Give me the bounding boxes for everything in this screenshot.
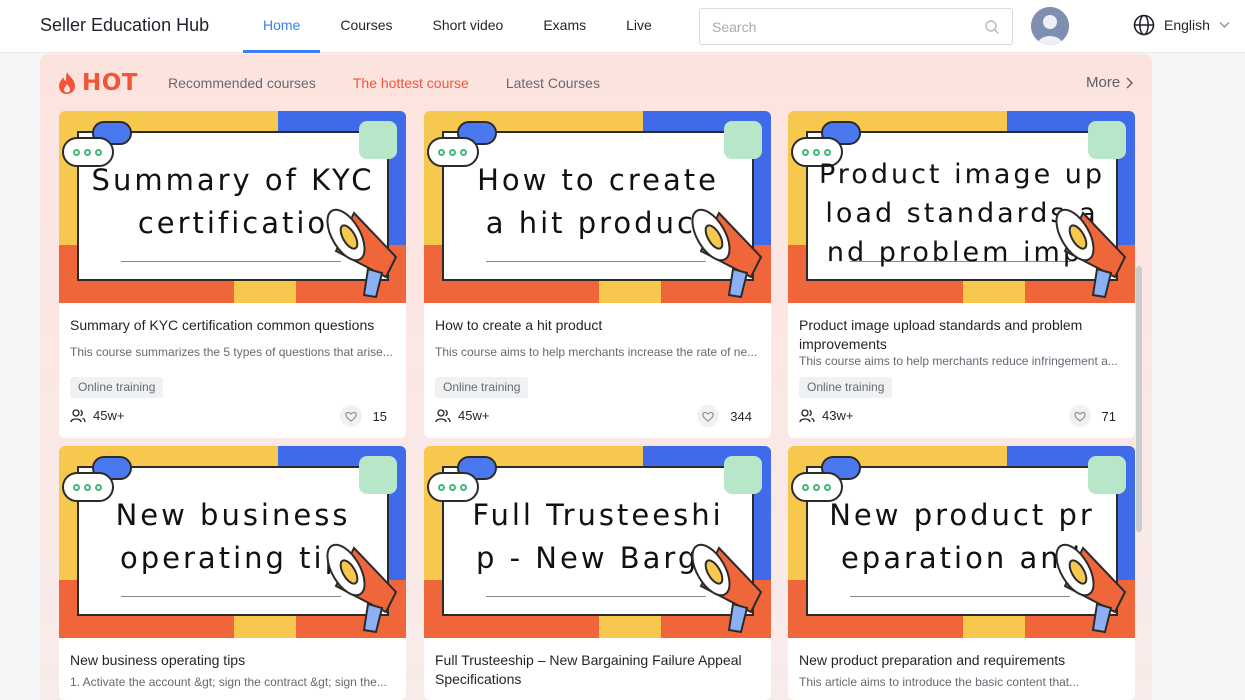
nav-short-video[interactable]: Short video [413, 0, 524, 53]
megaphone-icon [691, 208, 763, 299]
course-card[interactable]: Product image up load standards a nd probl… [788, 111, 1135, 438]
course-description: This course summarizes the 5 types of qu… [70, 345, 393, 359]
course-description: This course aims to help merchants reduc… [799, 354, 1118, 368]
course-thumbnail: New product pr eparation and [788, 446, 1135, 638]
main-nav: Home Courses Short video Exams Live He [243, 0, 689, 53]
flame-icon [59, 72, 75, 94]
course-card[interactable]: Summary of KYC certificatio Summary of KY… [59, 111, 406, 438]
course-type-badge: Online training [70, 377, 164, 398]
hot-logo: HOT [56, 70, 138, 96]
course-description: This article aims to introduce the basic… [799, 675, 1080, 689]
course-thumbnail: Summary of KYC certificatio [59, 111, 406, 303]
hot-title: HOT [82, 70, 138, 96]
course-description: 1. Activate the account &gt; sign the co… [70, 675, 387, 689]
enrollment-count: 45w+ [70, 408, 124, 423]
search-box [699, 8, 1013, 45]
likes[interactable]: 15 [339, 405, 387, 427]
search-icon[interactable] [984, 19, 1000, 35]
nav-courses[interactable]: Courses [320, 0, 412, 53]
users-icon [799, 408, 815, 422]
enrollment-count: 45w+ [435, 408, 489, 423]
course-description: This course aims to help merchants incre… [435, 345, 758, 359]
avatar-icon [1031, 7, 1069, 45]
course-title[interactable]: How to create a hit product [435, 316, 761, 335]
chevron-down-icon [1219, 22, 1230, 28]
users-icon [435, 408, 451, 422]
nav-exams[interactable]: Exams [523, 0, 606, 53]
heart-icon [344, 411, 357, 422]
nav-help-truncated[interactable]: He [672, 0, 689, 53]
megaphone-icon [326, 208, 398, 299]
tab-latest-courses[interactable]: Latest Courses [506, 75, 600, 91]
enrollment-count: 43w+ [799, 408, 853, 423]
nav-home[interactable]: Home [243, 0, 321, 53]
course-thumbnail: Product image up load standards a nd probl… [788, 111, 1135, 303]
course-title[interactable]: Summary of KYC certification common ques… [70, 316, 396, 335]
more-link[interactable]: More [1086, 74, 1134, 91]
course-title[interactable]: New business operating tips [70, 651, 396, 670]
language-switcher[interactable]: English [1133, 14, 1230, 36]
course-thumbnail: Full Trusteeshi p - New Barga [424, 446, 771, 638]
course-card[interactable]: Full Trusteeshi p - New Barga Full Truste… [424, 446, 771, 700]
chevron-right-icon [1126, 77, 1134, 88]
nav-live[interactable]: Live [606, 0, 672, 53]
search-input[interactable] [700, 9, 970, 44]
megaphone-icon [326, 543, 398, 634]
course-thumbnail: How to create a hit product [424, 111, 771, 303]
course-title[interactable]: Product image upload standards and probl… [799, 316, 1125, 354]
globe-icon [1133, 14, 1155, 36]
language-label: English [1164, 17, 1210, 33]
course-card[interactable]: New product pr eparation and New product … [788, 446, 1135, 700]
hot-tabs: Recommended courses The hottest course L… [168, 75, 600, 91]
brand-title[interactable]: Seller Education Hub [40, 15, 209, 36]
megaphone-icon [1055, 543, 1127, 634]
course-title[interactable]: New product preparation and requirements [799, 651, 1125, 670]
likes[interactable]: 71 [1068, 405, 1116, 427]
megaphone-icon [691, 543, 763, 634]
course-thumbnail: New business operating tip [59, 446, 406, 638]
course-card[interactable]: How to create a hit product How to create… [424, 111, 771, 438]
course-type-badge: Online training [799, 377, 893, 398]
course-type-badge: Online training [435, 377, 529, 398]
heart-icon [1073, 411, 1086, 422]
user-avatar[interactable] [1031, 7, 1069, 45]
users-icon [70, 408, 86, 422]
tab-recommended-courses[interactable]: Recommended courses [168, 75, 316, 91]
course-title[interactable]: Full Trusteeship – New Bargaining Failur… [435, 651, 761, 689]
course-card[interactable]: New business operating tip New business o… [59, 446, 406, 700]
likes[interactable]: 344 [697, 405, 752, 427]
tab-hottest-course[interactable]: The hottest course [353, 75, 469, 91]
megaphone-icon [1055, 208, 1127, 299]
more-label: More [1086, 74, 1121, 91]
scrollbar-thumb[interactable] [1136, 266, 1142, 532]
heart-icon [702, 411, 715, 422]
top-header: Seller Education Hub Home Courses Short … [0, 0, 1245, 53]
